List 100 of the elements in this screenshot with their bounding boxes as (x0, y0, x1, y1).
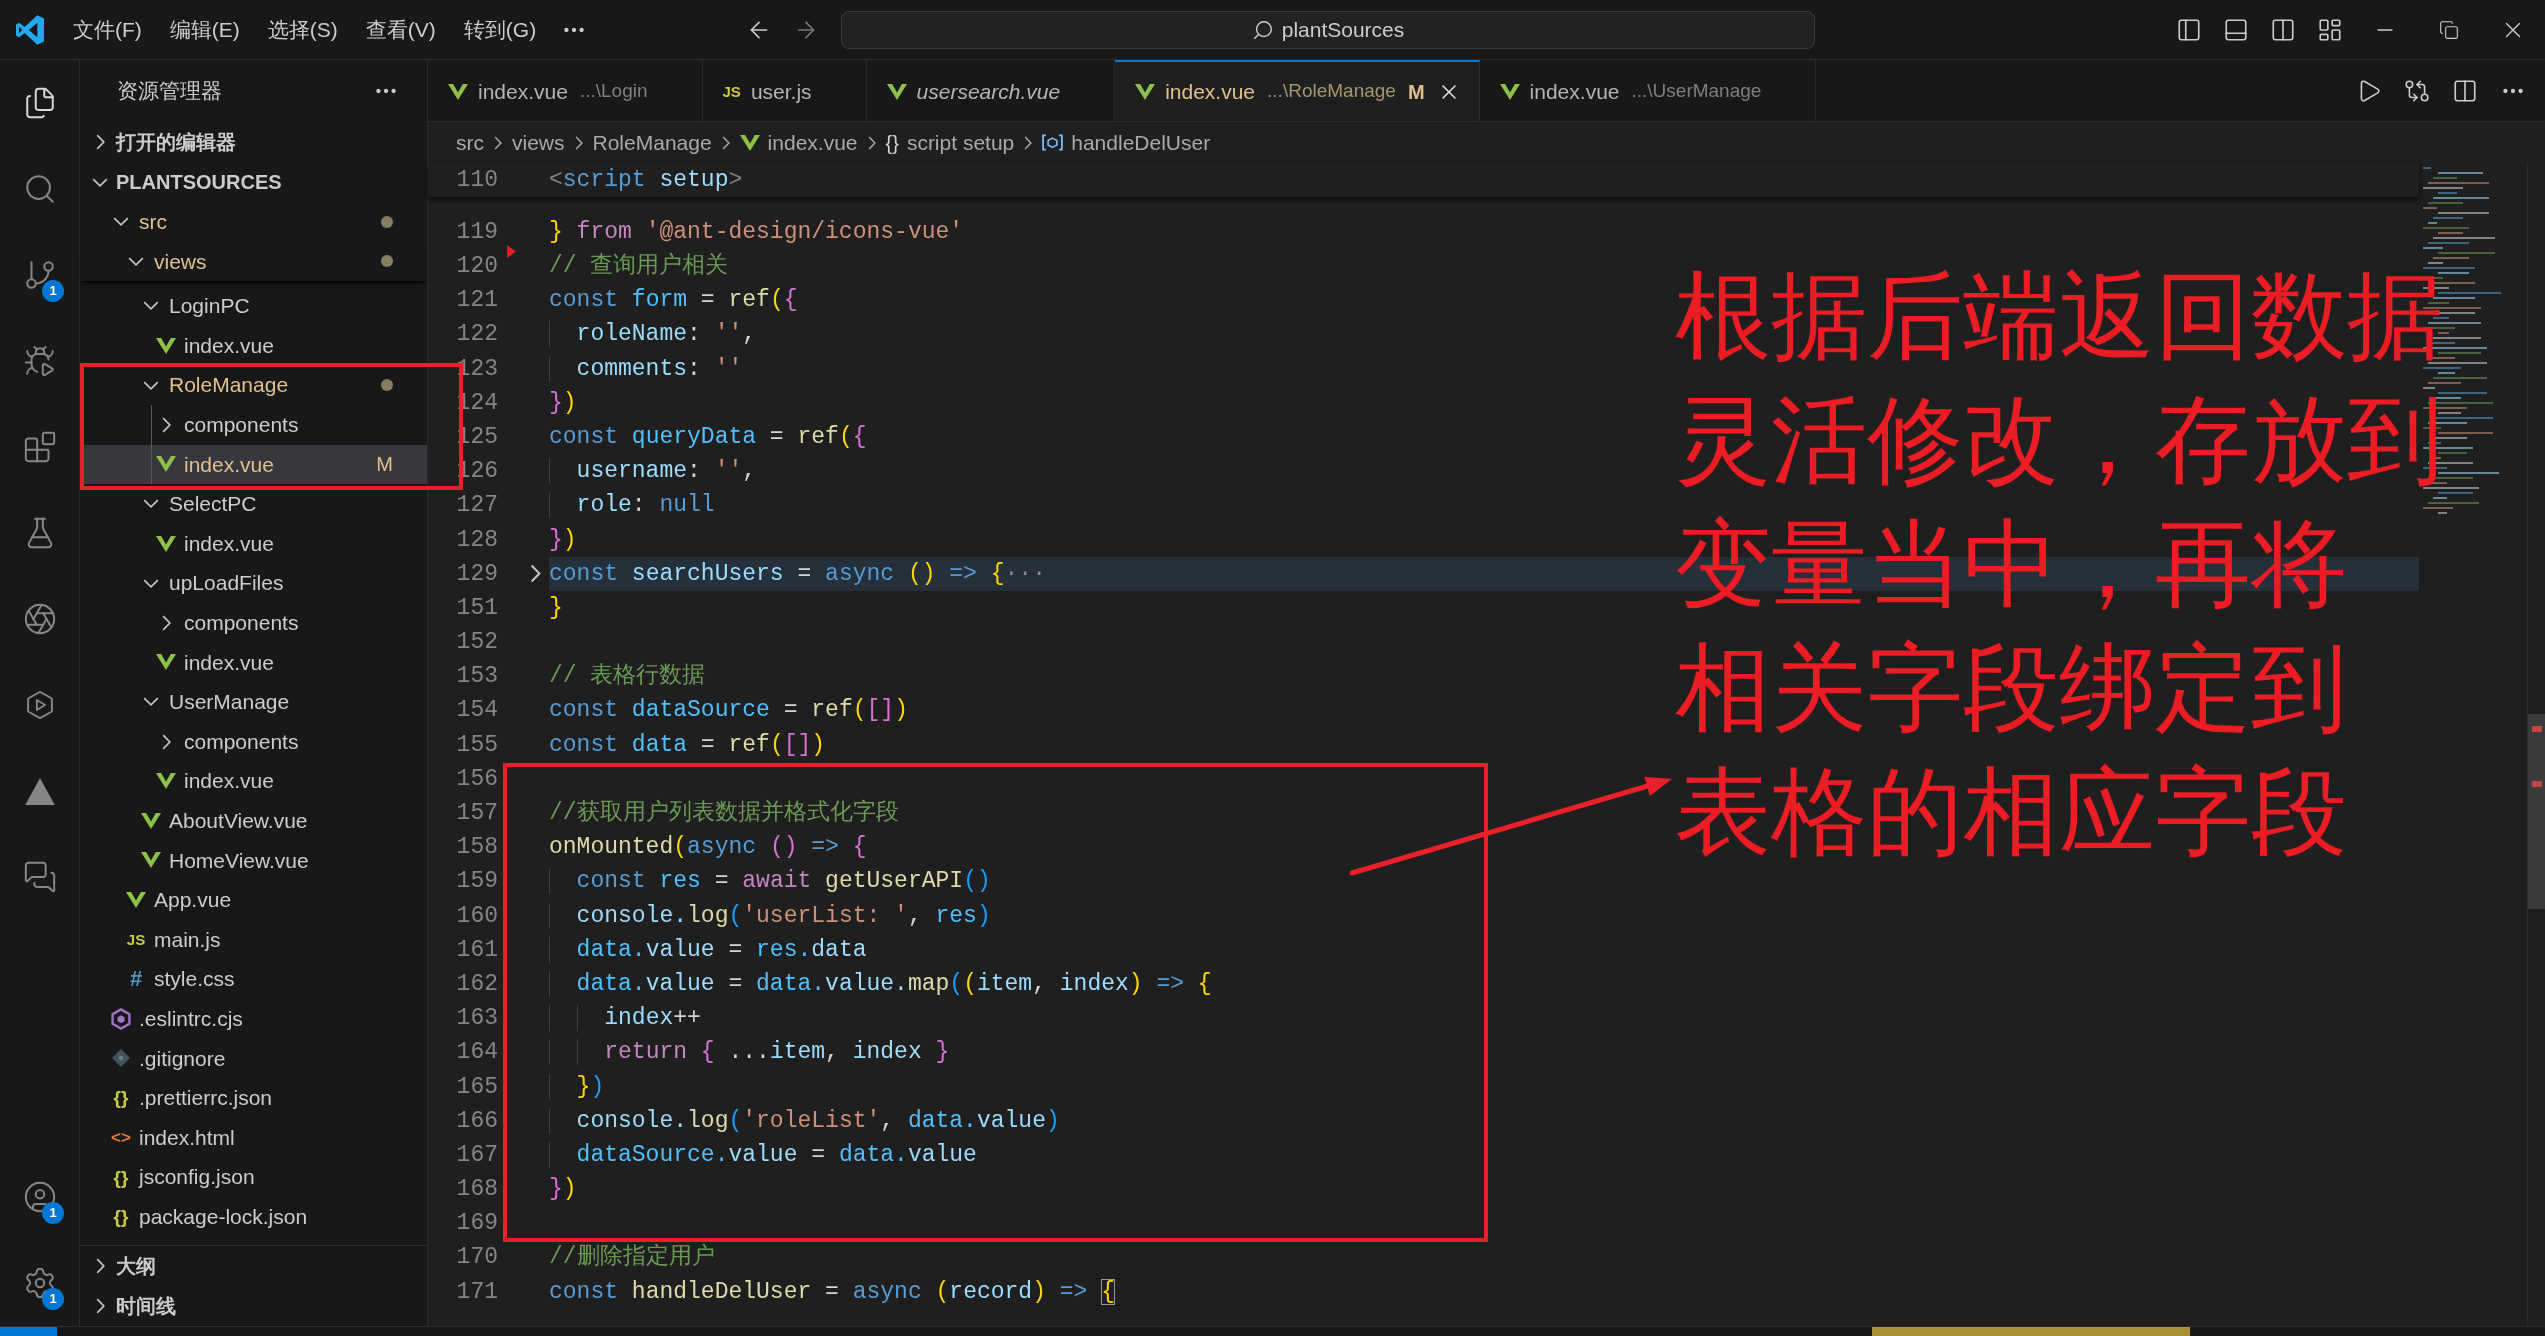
columns-icon[interactable] (2452, 77, 2478, 104)
search-field[interactable]: plantSources (841, 10, 1815, 49)
line-number: 151 (456, 593, 498, 623)
line-number: 169 (456, 1209, 498, 1239)
breadcrumb-item[interactable]: index.vue (739, 126, 858, 159)
ruler-mark (2532, 781, 2542, 787)
chevron-right-icon[interactable] (529, 564, 541, 584)
section-header[interactable]: 大纲 (80, 1246, 427, 1286)
chevron-right-icon (1024, 135, 1033, 150)
code-line: onMounted(async () => { (549, 833, 867, 863)
code-line: roleName: '', (549, 317, 757, 352)
hexagon-play-icon[interactable] (24, 690, 55, 720)
chevron-down-icon[interactable] (143, 697, 159, 707)
chevron-right-icon[interactable] (161, 614, 171, 631)
chevron-down-icon[interactable] (113, 217, 129, 227)
braces-icon: {} (885, 127, 899, 158)
scrollbar-thumb[interactable] (2528, 714, 2545, 909)
code-line: const dataSource = ref([]) (549, 696, 908, 726)
menu-item[interactable]: 转到(G) (449, 9, 551, 50)
code-line: comments: '' (549, 351, 743, 387)
hash-icon: # (129, 968, 143, 991)
section-header[interactable]: 时间线 (80, 1286, 427, 1326)
line-number: 157 (456, 799, 498, 829)
bug-play-icon[interactable] (22, 344, 57, 378)
restore-icon[interactable] (2439, 19, 2459, 40)
section-header[interactable]: 打开的编辑器 (80, 122, 427, 162)
search-icon (1251, 18, 1274, 41)
code-line: const searchUsers = async () => {··· (549, 559, 1046, 589)
code-line: const handleDelUser = async (record) => { (549, 1277, 1115, 1307)
line-number: 161 (456, 935, 498, 965)
js-icon: JS (722, 84, 741, 99)
chevron-right-icon (494, 135, 502, 150)
notification-count: 1 (42, 280, 64, 302)
annotation-text: 根据后端返回数据 灵活修改，存放到 变量当中，再将 相关字段绑定到 表格的相应字段 (1675, 259, 2443, 870)
v-logo-icon (886, 83, 907, 100)
breadcrumb-item[interactable]: RoleManage (592, 126, 712, 159)
chevron-down-icon[interactable] (92, 177, 108, 187)
chevron-down-icon[interactable] (143, 380, 159, 390)
chevron-down-icon[interactable] (143, 578, 159, 588)
chevron-right-icon[interactable] (161, 416, 171, 433)
code-line: const queryData = ref({ (549, 422, 867, 452)
hexagon-icon (110, 1007, 132, 1030)
menu-item[interactable]: 查看(V) (351, 9, 450, 50)
aperture-icon[interactable] (22, 602, 57, 636)
line-number: 155 (456, 730, 498, 760)
menu-item[interactable]: 编辑(E) (155, 9, 254, 50)
chevron-right-icon[interactable] (95, 134, 105, 150)
panel-bottom-icon[interactable] (2222, 16, 2249, 43)
line-number: 168 (456, 1175, 498, 1205)
section-header[interactable]: PLANTSOURCES (80, 162, 427, 202)
sidebar-title: 资源管理器 (117, 78, 222, 105)
chevron-down-icon[interactable] (143, 499, 159, 509)
line-number: 122 (456, 320, 498, 350)
code-line: return { ...item, index } (549, 1035, 950, 1070)
compare-arrows-icon[interactable] (2404, 77, 2430, 104)
line-number: 158 (456, 833, 498, 863)
chevron-down-icon[interactable] (128, 256, 144, 266)
breadcrumb-item[interactable]: src (456, 126, 484, 159)
menu-item[interactable]: 文件(F) (59, 9, 156, 50)
triangle-icon[interactable] (24, 777, 55, 805)
code-line: //获取用户列表数据并格式化字段 (549, 798, 899, 829)
notification-count: 1 (42, 1288, 64, 1310)
layout-icon[interactable] (2316, 16, 2343, 43)
line-number: 171 (456, 1277, 498, 1307)
tree-item[interactable]: views (80, 241, 427, 282)
line-number: 110 (456, 165, 498, 195)
code-line: const res = await getUserAPI() (549, 864, 991, 899)
v-logo-icon (156, 456, 176, 473)
chevron-right-icon (721, 135, 730, 150)
braces-icon: {} (113, 1088, 129, 1108)
columns-icon[interactable] (2269, 16, 2296, 43)
js-icon: JS (126, 932, 146, 947)
v-logo-icon (448, 83, 468, 100)
breadcrumb-item[interactable]: handleDelUser (1042, 126, 1211, 159)
line-number: 164 (456, 1038, 498, 1068)
code-line: console.log('roleList', data.value) (549, 1103, 1060, 1139)
blocks-icon[interactable] (22, 430, 57, 464)
code-line: }) (549, 525, 577, 555)
chevron-right-icon[interactable] (161, 733, 171, 750)
ruler-mark (2532, 726, 2542, 732)
v-logo-icon (1135, 83, 1156, 100)
chevron-right-icon[interactable] (95, 1298, 105, 1314)
v-logo-icon (156, 773, 176, 790)
chevron-right-icon[interactable] (95, 1258, 105, 1274)
menu-item[interactable]: 选择(S) (253, 9, 352, 50)
code-line: data.value = data.value.map((item, index) => { (549, 966, 1212, 1002)
line-number: 119 (456, 217, 498, 247)
logo-icon (15, 14, 44, 45)
breadcrumb-item[interactable]: {} script setup (885, 126, 1015, 159)
breadcrumb-item[interactable]: views (512, 126, 565, 159)
v-logo-icon (156, 337, 176, 354)
chevron-down-icon[interactable] (143, 301, 159, 311)
code-line: // 表格行数据 (549, 662, 706, 692)
code-line: dataSource.value = data.value (549, 1137, 977, 1173)
line-number: 165 (456, 1072, 498, 1102)
editor-tab[interactable]: index.vue ...\RoleManage M (1115, 60, 1480, 121)
v-logo-icon (126, 891, 146, 908)
panel-left-icon[interactable] (2175, 16, 2202, 43)
chat-icon[interactable] (22, 860, 57, 894)
code-line: // 查询用户相关 (549, 251, 729, 282)
